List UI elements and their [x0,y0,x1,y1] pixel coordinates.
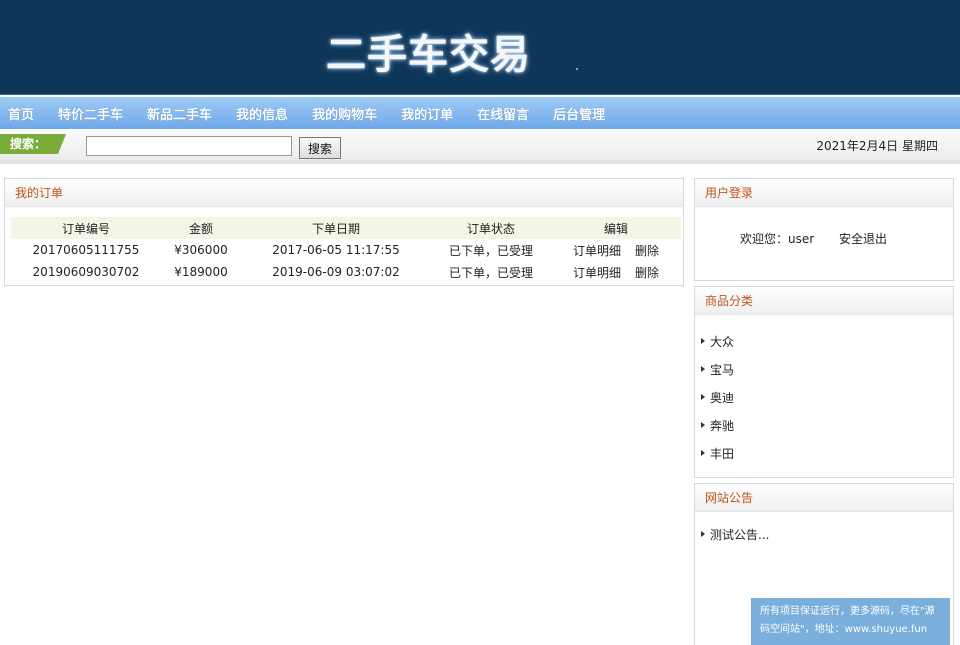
search-label: 搜索： [0,134,66,154]
arrow-right-icon [701,450,705,456]
order-status: 已下单，已受理 [448,243,533,258]
order-status: 已下单，已受理 [448,265,533,280]
nav-item-my-info[interactable]: 我的信息 [236,104,288,123]
category-item[interactable]: 丰田 [701,439,734,467]
order-actions: 订单明细 删除 [551,239,681,261]
nav-item-cart[interactable]: 我的购物车 [312,104,377,123]
table-row: 20190609030702 ¥189000 2019-06-09 03:07:… [11,261,681,283]
order-delete-link[interactable]: 删除 [635,244,659,258]
arrow-right-icon [701,422,705,428]
logout-link[interactable]: 安全退出 [839,230,887,247]
notice-list: 测试公告... [701,520,769,548]
category-panel-title: 商品分类 [695,287,953,315]
order-date: 2017-06-05 11:17:55 [272,243,400,257]
nav-item-special-cars[interactable]: 特价二手车 [58,104,123,123]
order-date: 2019-06-09 03:07:02 [272,265,400,279]
site-title: 二手车交易 [326,32,531,78]
table-header-row: 订单编号 金额 下单日期 订单状态 编辑 [11,217,681,239]
nav-item-messages[interactable]: 在线留言 [477,104,529,123]
nav-item-admin[interactable]: 后台管理 [553,104,605,123]
notice-panel-title: 网站公告 [695,484,953,512]
login-panel-title: 用户登录 [695,179,953,207]
arrow-right-icon [701,394,705,400]
arrow-right-icon [701,366,705,372]
category-item[interactable]: 宝马 [701,355,734,383]
order-delete-link[interactable]: 删除 [635,266,659,280]
order-detail-link[interactable]: 订单明细 [573,244,621,258]
nav-item-home[interactable]: 首页 [8,104,34,123]
order-amount: ¥306000 [174,243,228,257]
orders-table: 订单编号 金额 下单日期 订单状态 编辑 20170605111755 ¥306… [11,217,681,283]
login-panel: 用户登录 欢迎您：user 安全退出 [694,178,954,281]
category-panel: 商品分类 大众 宝马 奥迪 奔驰 丰田 一 [694,286,954,478]
column-header-status: 订单状态 [431,217,551,239]
source-notice-overlay: 所有项目保证运行，更多源码，尽在"源码空间站"，地址：www.shuyue.fu… [751,598,950,645]
order-actions: 订单明细 删除 [551,261,681,283]
search-input[interactable] [86,136,292,156]
column-header-order-date: 下单日期 [241,217,431,239]
order-amount: ¥189000 [174,265,228,279]
notice-item[interactable]: 测试公告... [701,520,769,548]
order-id: 20190609030702 [32,265,140,279]
column-header-amount: 金额 [161,217,241,239]
column-header-edit: 编辑 [551,217,681,239]
search-bar: 搜索： 搜索 2021年2月4日 星期四 [0,130,960,164]
column-header-order-id: 订单编号 [11,217,161,239]
current-date: 2021年2月4日 星期四 [816,139,938,153]
arrow-right-icon [701,531,705,537]
search-button[interactable]: 搜索 [299,137,341,159]
welcome-text: 欢迎您：user [740,232,815,246]
category-item[interactable]: 奥迪 [701,383,734,411]
table-row: 20170605111755 ¥306000 2017-06-05 11:17:… [11,239,681,261]
order-id: 20170605111755 [32,243,140,257]
category-item[interactable]: 奔驰 [701,411,734,439]
orders-panel: 我的订单 订单编号 金额 下单日期 订单状态 编辑 20170605111755… [4,178,684,286]
arrow-right-icon [701,338,705,344]
banner-decoration [576,68,578,70]
category-list: 大众 宝马 奥迪 奔驰 丰田 一 [701,327,734,478]
category-item[interactable]: 大众 [701,327,734,355]
orders-panel-title: 我的订单 [5,179,683,207]
nav-item-new-cars[interactable]: 新品二手车 [147,104,212,123]
order-detail-link[interactable]: 订单明细 [573,266,621,280]
main-nav: 首页 特价二手车 新品二手车 我的信息 我的购物车 我的订单 在线留言 后台管理 [0,97,960,129]
nav-item-my-orders[interactable]: 我的订单 [401,104,453,123]
site-banner: 二手车交易 [0,0,960,95]
category-item[interactable]: 一 [701,467,734,478]
